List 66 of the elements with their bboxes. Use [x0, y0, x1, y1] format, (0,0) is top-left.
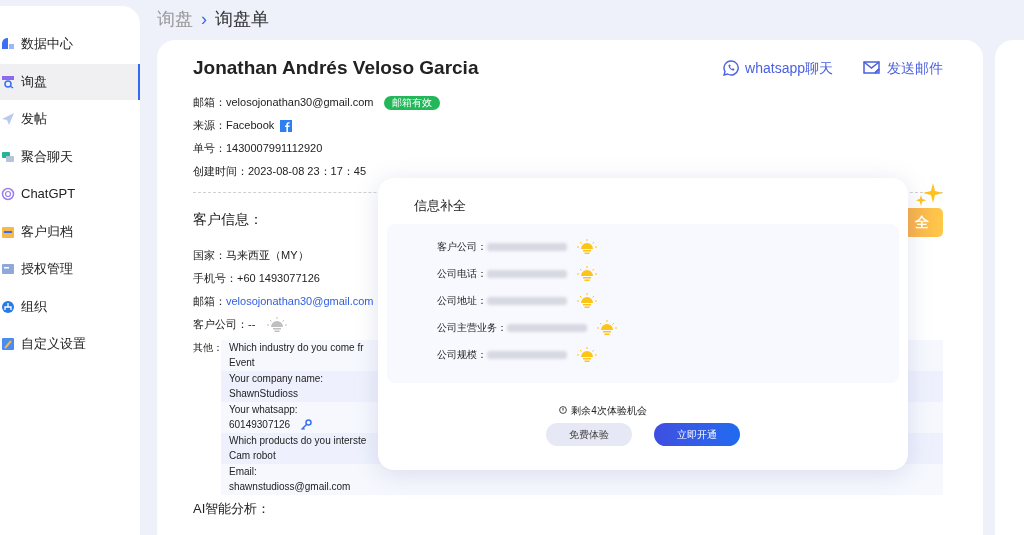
detail-text: 邮箱：velosojonathan30@gmail.com	[193, 95, 374, 111]
key-icon[interactable]	[300, 418, 313, 431]
question-text: Which industry do you come fr	[229, 340, 364, 355]
section-title: 客户信息：	[193, 209, 263, 229]
answer-text: Event	[229, 356, 255, 370]
answer-text: 60149307126	[229, 418, 291, 432]
sidebar-item[interactable]: 数据中心	[0, 26, 140, 62]
field-label: 客户公司：	[437, 240, 487, 254]
facebook-icon	[280, 119, 293, 132]
detail-text: 单号：1430007991112920	[193, 141, 323, 157]
field-label: 公司电话：	[437, 267, 487, 281]
sidebar-item[interactable]: 询盘	[0, 63, 140, 100]
paper-plane-icon	[1, 112, 15, 126]
lightbulb-icon[interactable]	[267, 316, 288, 333]
field-label: 其他：	[193, 340, 221, 355]
status-badge: 邮箱有效	[383, 95, 440, 110]
breadcrumb-item: 询盘单	[215, 7, 269, 31]
section-title: AI智能分析：	[193, 500, 271, 517]
mail-icon	[863, 61, 881, 76]
popup-title: 信息补全	[413, 197, 467, 215]
answer-text: shawnstudioss@gmail.com	[229, 480, 351, 494]
sidebar-item[interactable]: 组织	[0, 288, 140, 325]
answer-text: ShawnStudioss	[229, 387, 298, 401]
sidebar-item[interactable]: ChatGPT	[0, 176, 140, 212]
whatsapp-icon	[723, 60, 740, 77]
question-text: Which products do you interste	[229, 433, 367, 448]
lightbulb-icon[interactable]	[577, 346, 597, 363]
trial-note: 剩余4次体验机会	[571, 403, 647, 418]
action-link[interactable]: whatsapp聊天	[723, 57, 833, 79]
field-label: 手机号：	[193, 271, 237, 287]
edit-icon	[1, 337, 15, 351]
action-link[interactable]: 发送邮件	[863, 57, 943, 79]
search-icon	[1, 74, 15, 89]
field-label: 公司地址：	[437, 294, 487, 308]
field-label: 邮箱：	[193, 294, 226, 310]
activate-button[interactable]: 立即开通	[654, 422, 740, 446]
sidebar-item[interactable]: 客户归档	[0, 213, 140, 250]
question-text: Your company name:	[229, 371, 324, 386]
archive-icon	[1, 224, 15, 239]
customer-name: Jonathan Andrés Veloso Garcia	[193, 56, 479, 80]
lightbulb-icon[interactable]	[577, 265, 597, 282]
sidebar-item[interactable]: 授权管理	[0, 251, 140, 287]
sidebar-item[interactable]: 发帖	[0, 101, 140, 137]
lightbulb-icon[interactable]	[577, 238, 597, 255]
field-value: +60 1493077126	[237, 271, 320, 287]
trial-button[interactable]: 免费体验	[546, 422, 632, 446]
field-value: 马来西亚（MY）	[226, 248, 309, 264]
lightbulb-icon[interactable]	[577, 292, 597, 309]
field-label: 国家：	[193, 248, 226, 264]
chart-icon	[1, 37, 15, 51]
field-label: 公司规模：	[437, 348, 487, 362]
detail-text: 来源：Facebook	[193, 118, 275, 134]
field-label: 客户公司：	[193, 317, 248, 333]
field-label: 公司主营业务：	[437, 321, 507, 335]
sidebar-item[interactable]: 自定义设置	[0, 326, 140, 362]
email-link[interactable]: velosojonathan30@gmail.com	[226, 293, 374, 310]
answer-text: Cam robot	[229, 449, 276, 463]
lightbulb-icon[interactable]	[597, 319, 617, 336]
question-text: Email:	[229, 464, 257, 479]
question-text: Your whatsapp:	[229, 402, 298, 417]
info-icon	[559, 406, 568, 414]
breadcrumb-separator: ›	[201, 7, 207, 31]
field-value: --	[248, 317, 256, 333]
sidebar-item[interactable]: 聚合聊天	[0, 138, 140, 175]
detail-text: 创建时间：2023-08-08 23：17：45	[193, 164, 367, 180]
chat-icon	[1, 149, 15, 164]
